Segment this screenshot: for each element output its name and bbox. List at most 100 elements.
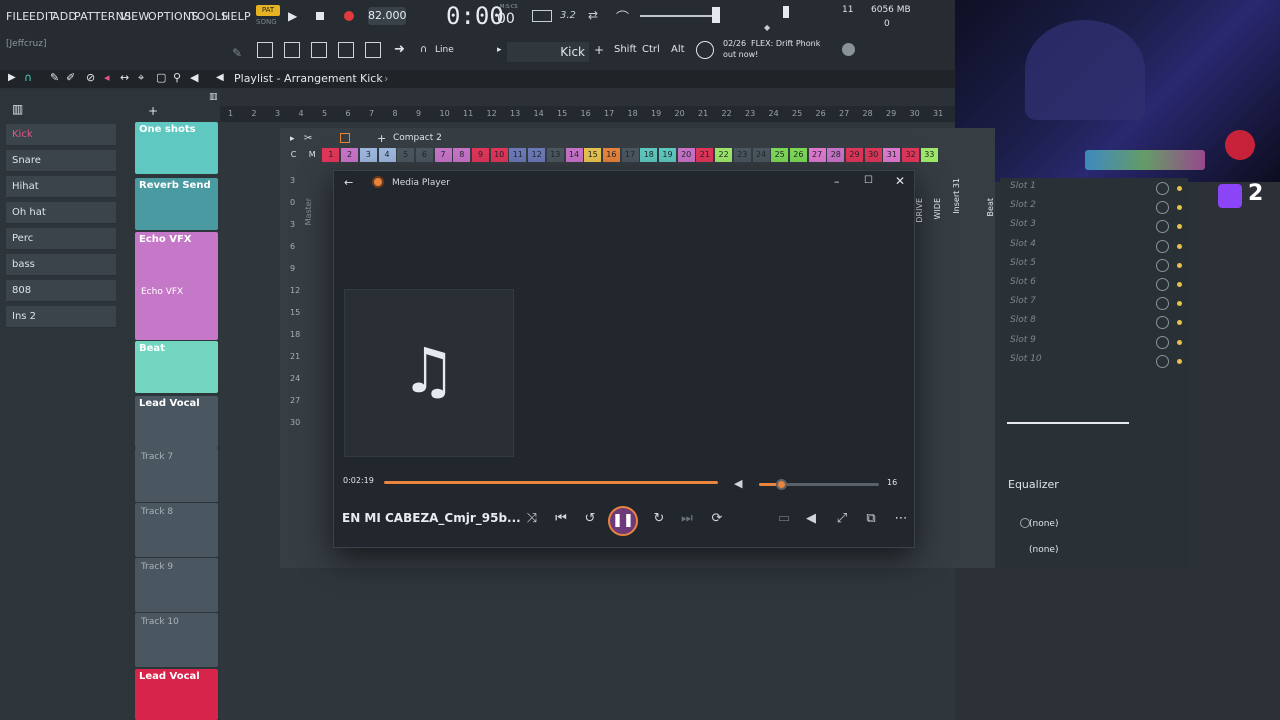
forward-icon[interactable]: ↻ xyxy=(646,509,672,529)
fx-slot-enable-led[interactable] xyxy=(1177,243,1182,249)
slice-tool-icon[interactable]: ⌖ xyxy=(138,71,144,85)
pattern-selector[interactable]: Kick xyxy=(507,42,589,62)
brush-icon[interactable]: ✎ xyxy=(232,46,242,60)
ctrl-key-indicator[interactable]: Ctrl xyxy=(642,44,660,55)
mixer-channel-number[interactable]: 18 xyxy=(640,148,658,162)
mixer-channel-number[interactable]: 15 xyxy=(584,148,602,162)
draw-tool-icon[interactable]: ✎ xyxy=(50,71,59,84)
fx-slot[interactable]: Slot 7 xyxy=(1010,296,1036,306)
add-pattern-icon[interactable]: + xyxy=(594,43,604,57)
miniplayer-icon[interactable]: ⧉ xyxy=(858,509,884,529)
mixer-channel-number[interactable]: 27 xyxy=(808,148,826,162)
mixer-channel-number[interactable]: 11 xyxy=(509,148,527,162)
browser-icon[interactable] xyxy=(365,42,381,58)
fx-slot[interactable]: Slot 10 xyxy=(1010,354,1042,364)
online-icon[interactable] xyxy=(842,43,855,56)
mixer-icon[interactable] xyxy=(338,42,354,58)
captions-icon[interactable]: ▭ xyxy=(771,509,797,529)
metronome-icon[interactable]: ⌒ xyxy=(616,7,629,26)
fx-slot[interactable]: Slot 3 xyxy=(1010,219,1036,229)
fx-slot-enable-led[interactable] xyxy=(1177,186,1182,191)
collapse-panel-icon[interactable]: ▥ xyxy=(209,92,218,102)
fx-slot-mix-knob[interactable] xyxy=(1156,182,1169,195)
master-volume-slider[interactable] xyxy=(640,15,720,17)
piano-icon[interactable]: ▥ xyxy=(12,102,23,116)
mixer-channel-number[interactable]: 24 xyxy=(752,148,770,162)
mixer-channel-number[interactable]: 9 xyxy=(472,148,489,162)
track-header[interactable]: Track 8 xyxy=(135,503,218,557)
mixer-channel-number[interactable]: 13 xyxy=(546,148,564,162)
output-select-2[interactable]: (none) xyxy=(1029,545,1058,555)
mixer-channel-number[interactable]: 4 xyxy=(378,148,396,162)
mixer-channel-number[interactable]: C xyxy=(285,148,302,162)
tempo-display[interactable]: 82.000 xyxy=(368,7,407,25)
mixer-channel-number[interactable]: 5 xyxy=(397,148,415,162)
mixer-channel-number[interactable]: 1 xyxy=(322,148,340,162)
channel-snare[interactable]: Snare xyxy=(6,150,116,172)
track-header[interactable]: Track 10 xyxy=(135,613,218,667)
piano-roll-icon[interactable] xyxy=(284,42,300,58)
alt-key-indicator[interactable]: Alt xyxy=(671,44,685,55)
mixer-channel-number[interactable]: 29 xyxy=(846,148,863,162)
mixer-channel-number[interactable]: 8 xyxy=(453,148,471,162)
fx-slot-mix-knob[interactable] xyxy=(1156,278,1169,291)
loop-record-icon[interactable]: ⇄ xyxy=(588,8,598,22)
fx-slot-mix-knob[interactable] xyxy=(1156,354,1169,368)
fx-slot-enable-led[interactable] xyxy=(1177,282,1182,287)
volume-icon[interactable]: ◀ xyxy=(734,477,742,490)
track-header[interactable]: Lead Vocal xyxy=(135,669,218,720)
record-icon[interactable] xyxy=(344,11,354,21)
playlist-menu-icon[interactable]: ▶ xyxy=(8,72,16,83)
slip-tool-icon[interactable]: ↔ xyxy=(120,71,129,84)
play-icon[interactable]: ▶ xyxy=(288,9,297,23)
mixer-channel-number[interactable]: 22 xyxy=(715,148,733,162)
mixer-tools-icon[interactable]: ✂ xyxy=(304,133,312,144)
mute-tool-icon[interactable]: ◂ xyxy=(104,71,110,84)
mixer-channel-number[interactable]: 12 xyxy=(528,148,546,162)
track-header[interactable]: Track 7 xyxy=(135,448,218,502)
fx-slot-mix-knob[interactable] xyxy=(1156,239,1169,253)
mixer-channel-number[interactable]: 30 xyxy=(864,148,882,162)
fx-slot[interactable]: Slot 5 xyxy=(1010,258,1036,268)
mixer-channel-number[interactable]: 10 xyxy=(490,148,508,162)
fx-slot[interactable]: Slot 2 xyxy=(1010,200,1036,210)
menu-view[interactable]: VIEW xyxy=(120,10,149,23)
fx-slot[interactable]: Slot 8 xyxy=(1010,315,1036,325)
mixer-channel-number[interactable]: 17 xyxy=(621,148,639,162)
menu-file[interactable]: FILE xyxy=(6,10,29,23)
pat-mode-toggle[interactable]: PAT xyxy=(256,5,280,16)
fx-slot-enable-led[interactable] xyxy=(1177,358,1182,364)
fx-slot[interactable]: Slot 1 xyxy=(1010,181,1036,191)
shift-key-indicator[interactable]: Shift xyxy=(614,44,637,55)
channel-hihat[interactable]: Hihat xyxy=(6,176,116,198)
channel-oh-hat[interactable]: Oh hat xyxy=(6,202,116,224)
shuffle-icon[interactable]: ⤨ xyxy=(519,509,545,529)
stop-icon[interactable] xyxy=(316,12,324,20)
channel-bass[interactable]: bass xyxy=(6,254,116,276)
timeline-ruler[interactable]: 1 2 3 4 5 6 7 8 9 10 11 12 13 14 15 16 17 18 19 20 21 22 23 24 2… xyxy=(220,106,955,122)
minimize-icon[interactable]: – xyxy=(834,175,840,188)
rewind-icon[interactable]: ↺ xyxy=(577,509,603,529)
fx-slot[interactable]: Slot 6 xyxy=(1010,277,1036,287)
mixer-channel-number[interactable]: 3 xyxy=(359,148,377,162)
fx-slot-mix-knob[interactable] xyxy=(1156,258,1169,272)
mixer-channel-number[interactable]: 32 xyxy=(902,148,920,162)
mixer-channel-number[interactable]: 14 xyxy=(565,148,583,162)
playlist-icon[interactable] xyxy=(257,42,273,58)
previous-icon[interactable]: ⏮ xyxy=(548,509,574,529)
fx-slot[interactable]: Slot 9 xyxy=(1010,335,1036,345)
hint-icon[interactable] xyxy=(696,41,714,59)
close-icon[interactable]: ✕ xyxy=(895,174,905,188)
delete-tool-icon[interactable]: ⊘ xyxy=(86,71,95,84)
repeat-icon[interactable]: ⟳ xyxy=(704,509,730,529)
mixer-channel-number[interactable]: 28 xyxy=(827,148,845,162)
mixer-channel-number[interactable]: 21 xyxy=(696,148,714,162)
maximize-icon[interactable]: ☐ xyxy=(864,175,873,186)
mixer-layout-icon[interactable] xyxy=(340,133,350,143)
mixer-channel-number[interactable]: 7 xyxy=(434,148,452,162)
master-pitch-icon[interactable]: ◆ xyxy=(764,23,770,32)
mixer-channel-number[interactable]: M xyxy=(304,148,321,162)
track-header[interactable]: Echo VFX Echo VFX xyxy=(135,232,218,340)
back-arrow-icon[interactable]: ← xyxy=(344,176,353,189)
channel-perc[interactable]: Perc xyxy=(6,228,116,250)
